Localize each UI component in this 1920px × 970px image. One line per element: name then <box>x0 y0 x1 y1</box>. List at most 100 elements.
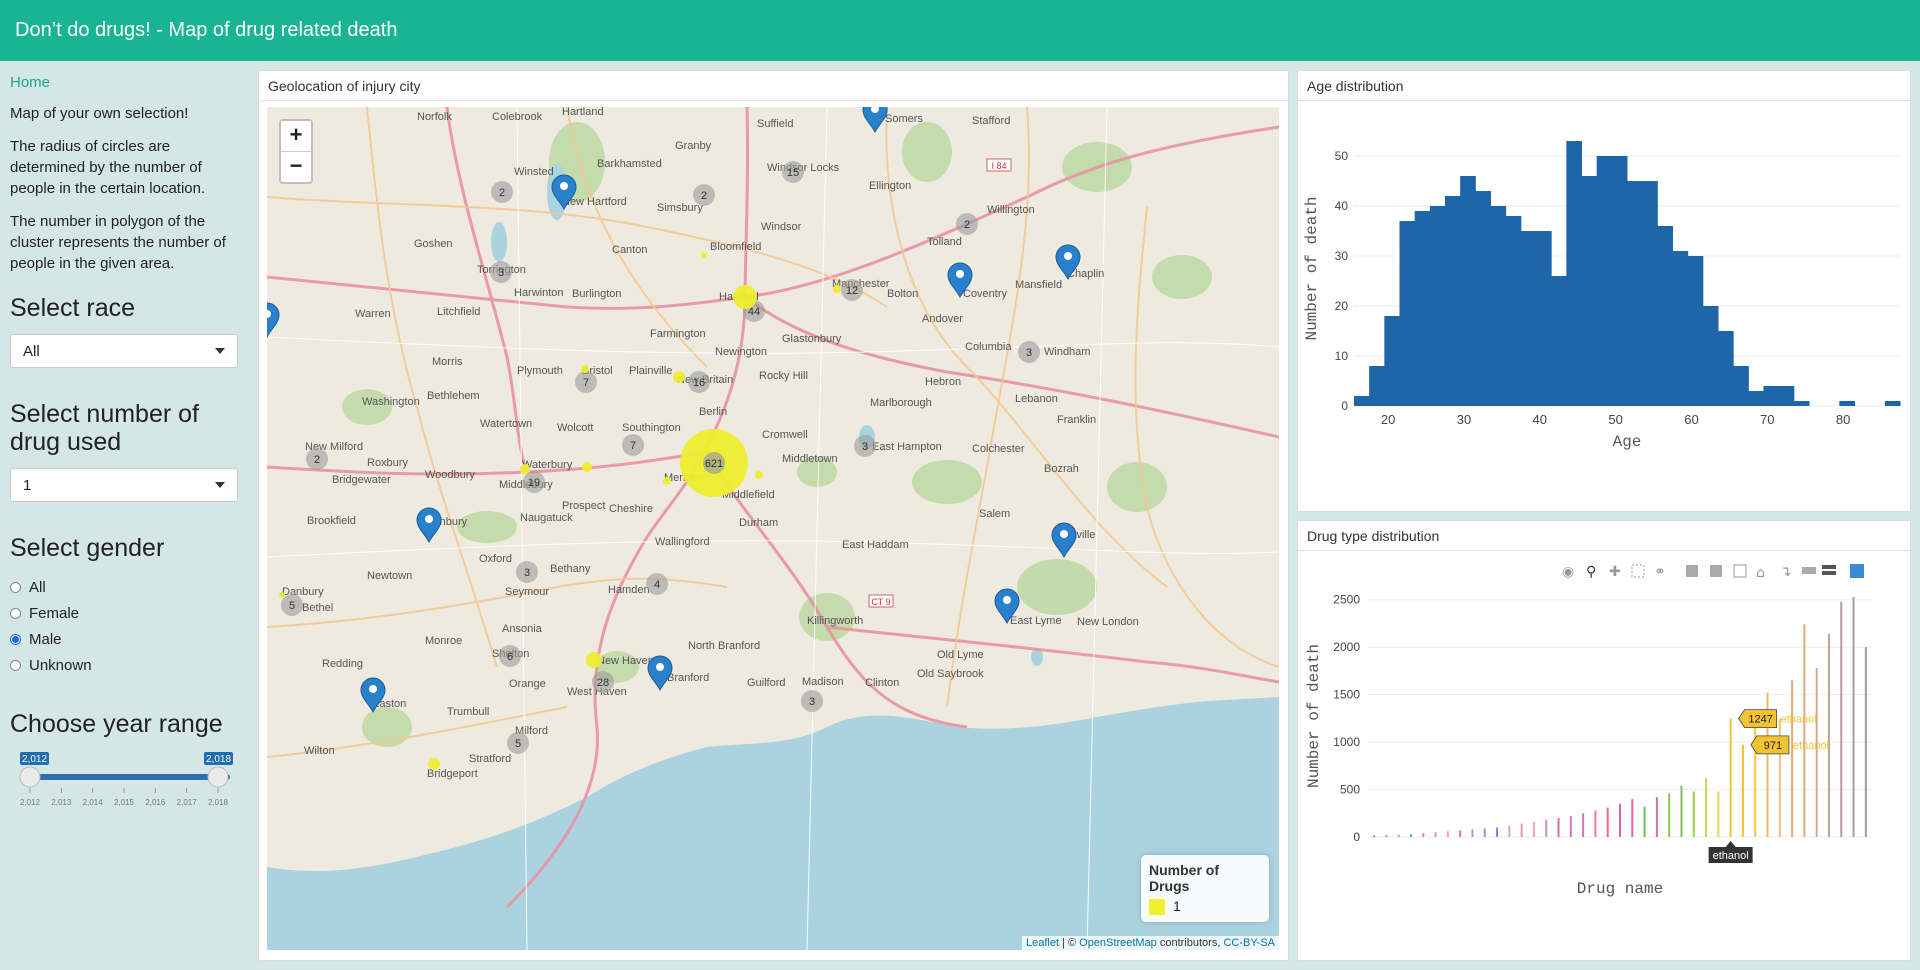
drug-bar[interactable] <box>1705 778 1708 837</box>
drug-bar-chart[interactable]: 0 500 1000 1500 2000 2500 1247 ethanol 971 ethano… <box>1298 579 1910 959</box>
drug-bar[interactable] <box>1827 633 1830 837</box>
radio-button[interactable] <box>10 659 21 671</box>
drug-bar[interactable] <box>1692 791 1695 837</box>
radio-button[interactable] <box>10 581 21 593</box>
histogram-bar[interactable] <box>1748 391 1764 406</box>
histogram-bar[interactable] <box>1596 156 1613 406</box>
map-view[interactable]: I 84 CT 9 Norfolk Colebrook Hartland Suffie… <box>267 107 1279 950</box>
drug-bar[interactable] <box>1606 807 1609 837</box>
hover-compare-icon[interactable] <box>1822 565 1836 569</box>
histogram-bar[interactable] <box>1642 181 1658 406</box>
drug-bar[interactable] <box>1852 596 1855 837</box>
drug-bar[interactable] <box>1422 833 1425 837</box>
histogram-bar[interactable] <box>1778 386 1795 406</box>
plotly-logo-icon[interactable] <box>1850 564 1864 578</box>
histogram-bar[interactable] <box>1884 401 1901 406</box>
drug-count-select[interactable]: 1 <box>10 468 238 502</box>
histogram-bar[interactable] <box>1687 256 1704 406</box>
drug-bar[interactable] <box>1483 828 1486 837</box>
histogram-bar[interactable] <box>1384 316 1400 406</box>
histogram-bar[interactable] <box>1536 231 1552 406</box>
drug-bar[interactable] <box>1582 813 1585 837</box>
histogram-bar[interactable] <box>1702 306 1719 406</box>
histogram-bar[interactable] <box>1763 386 1780 406</box>
spike-lines-icon[interactable]: ↴ <box>1780 564 1792 580</box>
drug-bar[interactable] <box>1385 835 1388 837</box>
drug-bar[interactable] <box>1631 799 1634 837</box>
license-link[interactable]: CC-BY-SA <box>1223 937 1275 949</box>
lasso-icon[interactable]: ⚭ <box>1654 564 1666 580</box>
year-min-handle[interactable] <box>19 766 41 788</box>
zoom-in-button[interactable]: + <box>281 121 311 151</box>
death-circle[interactable] <box>520 464 530 474</box>
gender-option-all[interactable]: All <box>10 574 239 600</box>
zoom-out-button[interactable]: − <box>281 151 311 182</box>
gender-option-female[interactable]: Female <box>10 600 239 626</box>
zoom-in-icon[interactable] <box>1686 565 1698 577</box>
death-circle[interactable] <box>428 758 440 770</box>
death-circle[interactable] <box>581 365 589 373</box>
radio-button[interactable] <box>10 607 21 619</box>
drug-bar[interactable] <box>1803 624 1806 837</box>
drug-bar[interactable] <box>1619 803 1621 837</box>
drug-bar[interactable] <box>1643 806 1646 837</box>
autoscale-icon[interactable] <box>1733 564 1747 578</box>
drug-bar[interactable] <box>1557 818 1560 837</box>
gender-option-unknown[interactable]: Unknown <box>10 652 239 678</box>
histogram-bar[interactable] <box>1520 231 1537 406</box>
drug-bar[interactable] <box>1741 744 1744 837</box>
year-range-slider[interactable]: 2,012 2,018 2,012 2,013 2,014 2,015 2,016 2,0… <box>10 750 238 810</box>
leaflet-link[interactable]: Leaflet <box>1026 937 1059 949</box>
death-circle[interactable] <box>279 592 285 598</box>
drug-bar[interactable] <box>1717 791 1720 837</box>
radio-button[interactable] <box>10 633 21 645</box>
histogram-bar[interactable] <box>1718 331 1734 406</box>
histogram-bar[interactable] <box>1429 206 1446 406</box>
drug-bar[interactable] <box>1864 647 1867 837</box>
drug-bar[interactable] <box>1410 834 1413 837</box>
histogram-bar[interactable] <box>1414 211 1431 406</box>
death-circle[interactable] <box>582 462 592 472</box>
death-circle[interactable] <box>586 652 602 668</box>
histogram-bar[interactable] <box>1369 366 1385 406</box>
zoom-out-icon[interactable] <box>1710 565 1722 577</box>
drug-bar[interactable] <box>1655 797 1658 837</box>
histogram-bar[interactable] <box>1672 251 1689 406</box>
home-link[interactable]: Home <box>10 74 239 91</box>
histogram-bar[interactable] <box>1354 396 1370 406</box>
drug-bar[interactable] <box>1668 793 1671 837</box>
osm-link[interactable]: OpenStreetMap <box>1079 937 1157 949</box>
age-histogram[interactable]: 0 10 20 30 40 50 20 30 40 50 60 70 80 Age Number of de… <box>1298 101 1910 511</box>
histogram-bar[interactable] <box>1611 156 1628 406</box>
hover-closest-icon[interactable] <box>1802 567 1816 574</box>
death-circle[interactable] <box>755 471 763 479</box>
histogram-bar[interactable] <box>1657 226 1673 406</box>
box-select-icon[interactable] <box>1631 564 1645 578</box>
drug-bar[interactable] <box>1594 810 1597 837</box>
histogram-bar[interactable] <box>1566 141 1582 406</box>
histogram-bar[interactable] <box>1793 401 1810 406</box>
histogram-bar[interactable] <box>1475 191 1491 406</box>
histogram-bar[interactable] <box>1581 176 1598 406</box>
death-circle[interactable] <box>701 252 707 258</box>
zoom-icon[interactable]: ⚲ <box>1586 564 1596 580</box>
drug-bar[interactable] <box>1729 718 1732 837</box>
drug-bar[interactable] <box>1446 831 1449 837</box>
drug-bar[interactable] <box>1373 835 1376 837</box>
drug-bar[interactable] <box>1397 834 1400 837</box>
drug-bar[interactable] <box>1459 830 1462 837</box>
death-circle[interactable] <box>733 285 757 309</box>
drug-bar[interactable] <box>1791 680 1794 837</box>
drug-bar[interactable] <box>1471 829 1474 837</box>
gender-option-male[interactable]: Male <box>10 626 239 652</box>
drug-bar[interactable] <box>1496 827 1499 837</box>
histogram-bar[interactable] <box>1839 401 1855 406</box>
histogram-bar[interactable] <box>1627 181 1643 406</box>
drug-bar[interactable] <box>1532 821 1535 837</box>
death-circle[interactable] <box>663 477 671 485</box>
drug-bar[interactable] <box>1840 601 1843 837</box>
drug-bar[interactable] <box>1754 711 1757 837</box>
histogram-bar[interactable] <box>1490 206 1507 406</box>
drug-bar[interactable] <box>1434 832 1437 837</box>
histogram-bar[interactable] <box>1445 196 1461 406</box>
